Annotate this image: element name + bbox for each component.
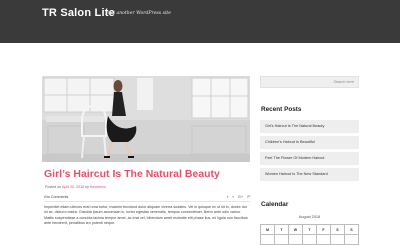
- weekday-header: M: [260, 224, 275, 235]
- featured-image[interactable]: [42, 76, 250, 162]
- pinterest-icon[interactable]: P: [247, 194, 250, 199]
- recent-posts-title: Recent Posts: [261, 106, 302, 113]
- post-meta-by: by: [85, 185, 89, 189]
- recent-post-item[interactable]: Girl’s Haircut Is The Natural Beauty: [260, 120, 359, 133]
- post-author-link[interactable]: themeevo: [90, 185, 106, 189]
- twitter-icon[interactable]: t: [233, 194, 234, 199]
- site-header: TR Salon Lite Just another WordPress sit…: [0, 0, 400, 43]
- post-excerpt-text: Imperdiet etiam ultrices erat urna torto…: [44, 205, 248, 226]
- featured-photo: [42, 76, 250, 162]
- weekday-header: T: [274, 224, 289, 235]
- google-plus-icon[interactable]: G+: [238, 194, 243, 199]
- weekday-header: F: [316, 224, 331, 235]
- post-meta-prefix: Posted on: [45, 185, 62, 189]
- site-tagline: Just another WordPress site: [106, 11, 171, 16]
- search-input[interactable]: [261, 77, 358, 87]
- divider: [44, 201, 250, 202]
- weekday-header: S: [330, 224, 345, 235]
- comments-link[interactable]: ▪No Comments: [44, 195, 68, 199]
- calendar-table: M T W T F S S: [260, 224, 359, 245]
- recent-post-item[interactable]: Children’s Haircut Is Beautiful: [260, 136, 359, 149]
- post-title[interactable]: Girl’s Haircut Is The Natural Beauty: [44, 168, 220, 180]
- weekday-header: S: [344, 224, 359, 235]
- facebook-icon[interactable]: f: [227, 194, 228, 199]
- recent-post-item[interactable]: Women Haircut Is The New Standard: [260, 168, 359, 181]
- search-box: [260, 76, 359, 88]
- calendar-title: Calendar: [261, 201, 289, 208]
- post-excerpt: Imperdiet etiam ultrices erat urna torto…: [44, 205, 250, 227]
- weekday-header: T: [302, 224, 317, 235]
- site-title[interactable]: TR Salon Lite: [42, 7, 115, 19]
- recent-posts-list: Girl’s Haircut Is The Natural Beauty Chi…: [260, 120, 359, 184]
- calendar-weekday-row: M T W T F S S: [260, 224, 359, 235]
- weekday-header: W: [288, 224, 303, 235]
- share-icons: f t G+ P: [224, 194, 250, 199]
- post-meta: Posted on April 20, 2018 by themeevo: [45, 185, 106, 189]
- calendar-caption: August 2018: [298, 215, 321, 219]
- recent-post-item[interactable]: Feel The Flower Of Modern Haircut: [260, 152, 359, 165]
- post-date-link[interactable]: April 20, 2018: [62, 185, 84, 189]
